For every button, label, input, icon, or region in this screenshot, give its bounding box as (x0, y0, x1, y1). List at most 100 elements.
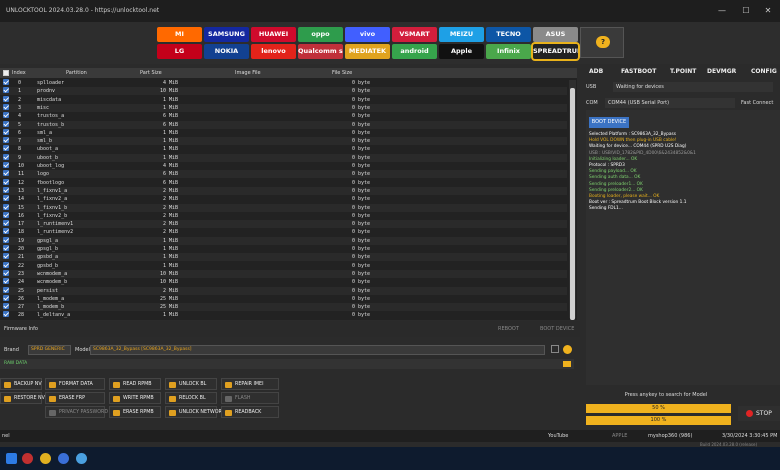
brand-samsung[interactable]: SAMSUNG (204, 27, 249, 42)
brand-asus[interactable]: ASUS (533, 27, 578, 42)
row-checkbox[interactable] (3, 220, 9, 227)
recorder-app-icon[interactable] (22, 453, 33, 464)
usb-select[interactable]: Waiting for devices (613, 82, 773, 92)
backup-nv-button[interactable]: BACKUP NV (0, 378, 42, 390)
row-checkbox[interactable] (3, 211, 9, 218)
close-button[interactable]: ✕ (756, 0, 780, 22)
brand-lenovo[interactable]: lenovo (251, 44, 296, 59)
windows-start-icon[interactable] (6, 453, 17, 464)
row-checkbox[interactable] (3, 95, 9, 102)
brand-meizu[interactable]: MEIZU (439, 27, 484, 42)
row-checkbox[interactable] (3, 137, 9, 144)
row-checkbox[interactable] (3, 228, 9, 235)
table-row[interactable]: 13 l_fixnv1_a 2 MiB 0 byte (0, 186, 567, 195)
table-row[interactable]: 11 logo 6 MiB 0 byte (0, 170, 567, 179)
table-row[interactable]: 20 gpsgl_b 1 MiB 0 byte (0, 245, 567, 253)
erase-rpmb-button[interactable]: ERASE RPMB (109, 406, 161, 418)
row-checkbox[interactable] (3, 186, 9, 193)
repair-imei-button[interactable]: REPAIR IMEI (221, 378, 279, 390)
table-row[interactable]: 19 gpsgl_a 1 MiB 0 byte (0, 236, 567, 245)
row-checkbox[interactable] (3, 269, 9, 276)
table-row[interactable]: 28 l_deltanv_a 1 MiB 0 byte (0, 311, 567, 319)
flash-button[interactable]: FLASH (221, 392, 279, 404)
brand-android[interactable]: android (392, 44, 437, 59)
table-row[interactable]: 7 sml_b 1 MiB 0 byte (0, 137, 567, 146)
privacy-password-button[interactable]: PRIVACY PASSWORD (45, 406, 108, 418)
format-data-button[interactable]: FORMAT DATA (45, 378, 105, 390)
row-checkbox[interactable] (3, 153, 9, 160)
table-row[interactable]: 5 trustos_b 6 MiB 0 byte (0, 120, 567, 129)
brand-qualcomm-snapdragon[interactable]: Qualcomm snapdragon (298, 44, 343, 59)
row-checkbox[interactable] (3, 303, 9, 310)
brand-mediatek[interactable]: MEDIATEK (345, 44, 390, 59)
row-checkbox[interactable] (3, 253, 9, 260)
table-row[interactable]: 8 uboot_a 1 MiB 0 byte (0, 145, 567, 153)
table-row[interactable]: 16 l_fixnv2_b 2 MiB 0 byte (0, 211, 567, 220)
unlock-network-button[interactable]: UNLOCK NETWORK (165, 406, 225, 418)
table-row[interactable]: 4 trustos_a 6 MiB 0 byte (0, 112, 567, 120)
stop-button[interactable]: STOP (738, 406, 780, 421)
table-row[interactable]: 14 l_fixnv2_a 2 MiB 0 byte (0, 195, 567, 203)
row-checkbox[interactable] (3, 278, 9, 285)
readback-button[interactable]: READBACK (221, 406, 279, 418)
brand-vsmart[interactable]: VSMART (392, 27, 437, 42)
brand-tecno[interactable]: TECNO (486, 27, 531, 42)
row-checkbox[interactable] (3, 261, 9, 268)
maximize-button[interactable]: ☐ (734, 0, 758, 22)
row-checkbox[interactable] (3, 195, 9, 202)
com-select[interactable]: COM44 (USB Serial Port) (605, 98, 735, 108)
read-rpmb-button[interactable]: READ RPMB (109, 378, 161, 390)
apple-link[interactable]: APPLE (612, 430, 627, 442)
row-checkbox[interactable] (3, 79, 9, 85)
scrollbar-thumb[interactable] (570, 88, 575, 320)
row-checkbox[interactable] (3, 162, 9, 168)
brand-select[interactable]: SPRD GENERIC (28, 345, 71, 355)
chat-help-icon[interactable]: ? (596, 36, 610, 48)
table-scrollbar[interactable] (569, 80, 576, 320)
row-checkbox[interactable] (3, 103, 9, 110)
table-row[interactable]: 24 wcnmodem_b 10 MiB 0 byte (0, 278, 567, 286)
youtube-link[interactable]: YouTube (548, 430, 568, 442)
brand-oppo[interactable]: oppo (298, 27, 343, 42)
table-row[interactable]: 9 uboot_b 1 MiB 0 byte (0, 153, 567, 162)
app-icon-2[interactable] (76, 453, 87, 464)
model-select[interactable]: SC9863A_32_Bypass [SC9863A_32_Bypass] (90, 345, 545, 355)
folder-icon[interactable] (563, 361, 571, 367)
write-rpmb-button[interactable]: WRITE RPMB (109, 392, 161, 404)
table-row[interactable]: 1 prodnv 10 MiB 0 byte (0, 87, 567, 96)
row-checkbox[interactable] (3, 112, 9, 119)
row-checkbox[interactable] (3, 128, 9, 135)
brand-vivo[interactable]: vivo (345, 27, 390, 42)
fast-connect-checkbox[interactable]: Fast Connect (741, 100, 773, 106)
help-box[interactable]: ? (580, 27, 624, 58)
table-row[interactable]: 12 fbootlogo 6 MiB 0 byte (0, 178, 567, 187)
row-checkbox[interactable] (3, 87, 9, 94)
config-button[interactable]: CONFIG (751, 68, 777, 75)
log-boot-device-button[interactable]: BOOT DEVICE (589, 117, 629, 128)
row-checkbox[interactable] (3, 245, 9, 251)
brand-infinix[interactable]: Infinix (486, 44, 531, 59)
table-row[interactable]: 18 l_runtimenv2 2 MiB 0 byte (0, 228, 567, 236)
row-checkbox[interactable] (3, 311, 9, 318)
table-row[interactable]: 25 persist 2 MiB 0 byte (0, 286, 567, 295)
table-row[interactable]: 2 miscdata 1 MiB 0 byte (0, 95, 567, 104)
restore-nv-button[interactable]: RESTORE NV (0, 392, 45, 404)
brand-apple[interactable]: Apple (439, 44, 484, 59)
table-row[interactable]: 21 gpsbd_a 1 MiB 0 byte (0, 253, 567, 262)
table-row[interactable]: 26 l_modem_a 25 MiB 0 byte (0, 294, 567, 303)
reboot-button[interactable]: REBOOT (498, 321, 519, 337)
brand-mi[interactable]: MI (157, 27, 202, 42)
table-row[interactable]: 17 l_runtimenv1 2 MiB 0 byte (0, 220, 567, 229)
minimize-button[interactable]: — (710, 0, 734, 22)
row-checkbox[interactable] (3, 178, 9, 185)
table-row[interactable]: 10 uboot_log 4 MiB 0 byte (0, 162, 567, 170)
table-row[interactable]: 23 wcnmodem_a 10 MiB 0 byte (0, 269, 567, 278)
unlock-bl-button[interactable]: UNLOCK BL (165, 378, 217, 390)
select-all-checkbox[interactable] (3, 70, 9, 76)
row-checkbox[interactable] (3, 170, 9, 177)
table-row[interactable]: 3 misc 1 MiB 0 byte (0, 103, 567, 112)
row-checkbox[interactable] (3, 294, 9, 301)
brand-huawei[interactable]: HUAWEI (251, 27, 296, 42)
row-checkbox[interactable] (3, 236, 9, 243)
tpoint-button[interactable]: T.POINT (670, 68, 696, 75)
